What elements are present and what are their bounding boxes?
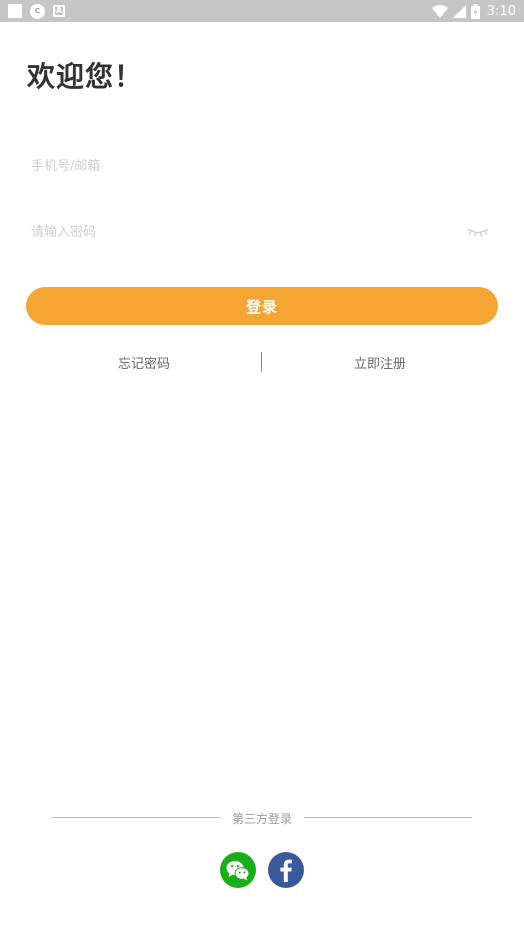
password-input[interactable] [26,212,498,252]
register-link[interactable]: 立即注册 [262,350,498,374]
wifi-icon [431,4,448,18]
a-app-icon: A [53,5,65,17]
cellular-signal-icon [452,4,466,18]
status-bar-left: C A [8,3,65,19]
third-party-divider: 第三方登录 [52,808,472,828]
login-screen: C A 3:10 欢迎您！ 手机号/邮箱 登录 忘记密码 立即注册 第三方登录 [0,0,524,932]
third-party-label: 第三方登录 [231,811,292,826]
facebook-icon [280,859,292,882]
eye-closed-icon[interactable] [466,226,490,238]
password-field-wrapper [26,212,498,252]
status-bar: C A 3:10 [0,0,524,22]
status-bar-right: 3:10 [431,3,516,19]
status-time: 3:10 [486,3,516,19]
wechat-icon [226,861,250,881]
phone-email-field-wrapper [26,146,498,186]
page-title: 欢迎您！ [27,60,144,93]
divider-line-left [52,817,220,818]
game-controller-icon: C [30,3,45,19]
game-controller-glyph: C [34,7,41,15]
wechat-login-button[interactable] [220,852,256,888]
account-links: 忘记密码 立即注册 [26,350,498,374]
facebook-login-button[interactable] [268,852,304,888]
phone-email-input[interactable] [26,146,498,186]
square-notification-icon [8,4,22,18]
forgot-password-link[interactable]: 忘记密码 [26,350,262,374]
battery-icon [470,3,480,19]
login-button[interactable]: 登录 [26,287,498,325]
divider-line-right [304,817,472,818]
a-app-glyph: A [55,6,63,15]
